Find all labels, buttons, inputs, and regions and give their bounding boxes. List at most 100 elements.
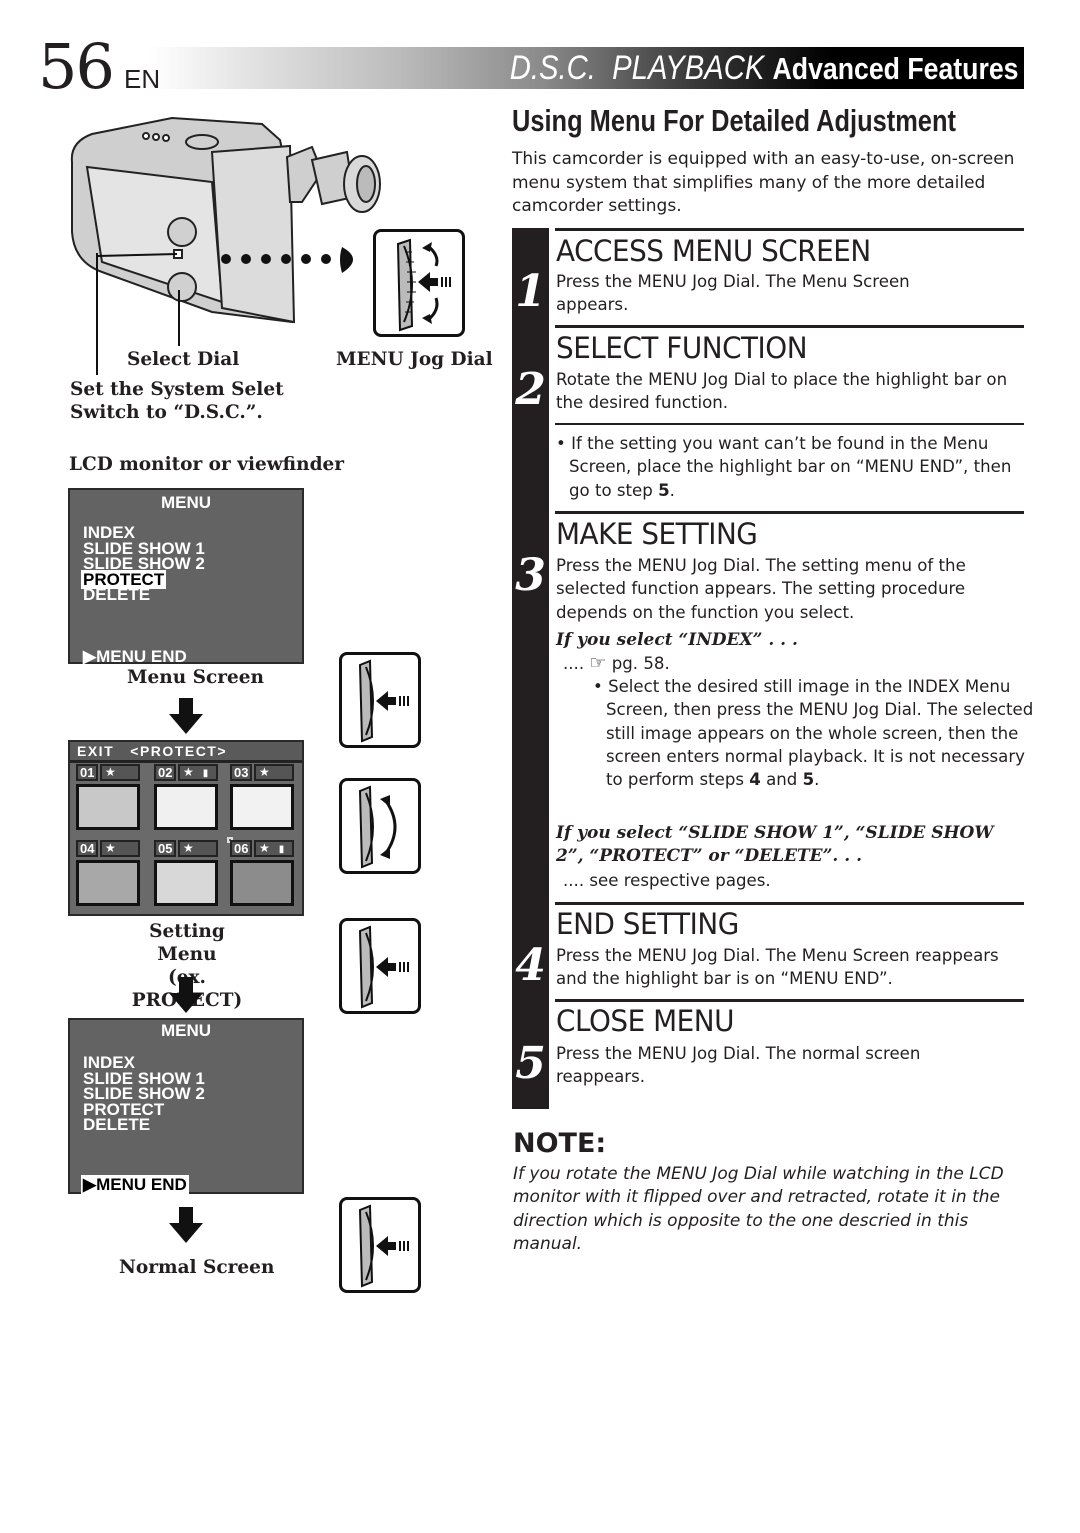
lock-icon: ▮ [278, 844, 285, 855]
chapter-title-dsc: D.S.C. [509, 49, 596, 87]
system-select-line1: Set the System Selet [70, 379, 284, 400]
step-2-number: 2 [515, 364, 546, 415]
step-4-text: Press the MENU Jog Dial. The Menu Screen… [556, 946, 999, 989]
thumbnail-number: 04 [76, 840, 99, 857]
system-select-pointer-line [96, 253, 98, 375]
index-page-ref: .... ☞ pg. 58. [563, 652, 1035, 675]
note-title: NOTE: [513, 1128, 607, 1159]
page-language: EN [124, 64, 161, 94]
down-arrow-icon [169, 1207, 203, 1243]
jog-dial-press-icon [339, 652, 421, 748]
step-5-title: CLOSE MENU [556, 1004, 735, 1038]
step-3-number: 3 [515, 550, 546, 601]
setting-menu-caption-line1: Setting Menu [149, 921, 225, 965]
menu-screen-caption: Menu Screen [127, 667, 264, 688]
intro-paragraph: This camcorder is equipped with an easy-… [512, 149, 1015, 216]
system-select-instruction: Set the System Selet Switch to “D.S.C.”. [70, 378, 284, 424]
thumbnail-status: ★ ▮ [178, 764, 218, 781]
step-2-bullet-text: If the setting you want can’t be found i… [569, 434, 1012, 500]
chapter-title-advanced: Advanced Features [772, 51, 1018, 86]
dotted-arrow-icon [221, 247, 353, 273]
setting-menu-screen: EXIT <PROTECT> 01 ★ 02 ★ ▮ 03 ★ 04 ★ 05 ★ 06 ★ ▮ [68, 740, 304, 916]
index-bullet-end: . [814, 770, 820, 790]
menu-items-list: INDEX SLIDE SHOW 1 SLIDE SHOW 2 PROTECT … [83, 1054, 205, 1132]
menu-jog-dial-press-rotate-icon [373, 229, 465, 337]
index-ref-link[interactable]: pg. 58. [612, 654, 670, 673]
other-functions-heading: If you select “SLIDE SHOW 1”, “SLIDE SHO… [556, 823, 994, 867]
jog-dial-rotate-glyph [358, 785, 397, 869]
lcd-monitor-label: LCD monitor or viewfinder [69, 454, 345, 475]
menu-items-list: INDEX SLIDE SHOW 1 SLIDE SHOW 2 PROTECT … [81, 524, 205, 603]
step-divider [555, 511, 1024, 514]
jog-dial-press-glyph [358, 1204, 409, 1288]
step-divider [555, 228, 1024, 231]
down-arrow-icon [169, 977, 203, 1013]
system-select-line2: Switch to “D.S.C.”. [70, 402, 263, 423]
setting-menu-header: EXIT <PROTECT> [70, 742, 302, 763]
menu-screen-1: MENU INDEX SLIDE SHOW 1 SLIDE SHOW 2 PRO… [68, 488, 304, 666]
step-5-text: Press the MENU Jog Dial. The normal scre… [556, 1044, 921, 1087]
camcorder-illustration [70, 116, 381, 324]
thumbnail-number: 05 [154, 840, 177, 857]
jog-dial-press-icon [339, 918, 421, 1014]
step-1-number: 1 [515, 266, 546, 317]
jog-dial-press-glyph [358, 659, 409, 743]
step-5-number: 5 [515, 1038, 546, 1089]
star-icon: ★ [259, 765, 270, 779]
menu-screen-title: MENU [160, 493, 212, 512]
menu-item-menu-end: ▶MENU END [83, 647, 187, 666]
page-number: 56 [38, 30, 115, 103]
normal-screen-caption: Normal Screen [119, 1257, 275, 1278]
step-4-number: 4 [515, 940, 546, 991]
step-2-text: Rotate the MENU Jog Dial to place the hi… [556, 370, 1008, 413]
thumbnail-number: 01 [76, 764, 99, 781]
thumbnail-image-flower [76, 784, 140, 830]
section-title: Using Menu For Detailed Adjustment [512, 103, 956, 138]
thumbnail-image-mountains [76, 860, 140, 906]
step-2-bullet: • If the setting you want can’t be found… [556, 434, 1012, 500]
step-ref-5: 5 [802, 770, 815, 790]
chapter-title: D.S.C. PLAYBACK Advanced Features [509, 49, 1018, 88]
step-2-bullet-end: . [669, 480, 675, 500]
step-4-title: END SETTING [556, 907, 739, 941]
down-arrow-icon [169, 698, 203, 734]
menu-screen-2: MENU INDEX SLIDE SHOW 1 SLIDE SHOW 2 PRO… [68, 1018, 304, 1194]
step-divider [555, 999, 1024, 1002]
thumbnail-image-sunset [230, 860, 294, 906]
star-icon: ★ [183, 765, 194, 779]
step-1-title: ACCESS MENU SCREEN [556, 234, 871, 268]
thumbnail-status: ★ [178, 840, 218, 857]
jog-dial-rotate-icon [339, 778, 421, 874]
jog-dial-press-glyph [358, 925, 409, 1009]
step-ref-4: 4 [749, 770, 761, 790]
pointing-hand-icon: ☞ [589, 652, 607, 674]
step-3-text: Press the MENU Jog Dial. The setting men… [556, 556, 966, 622]
thumbnail-image-people [154, 784, 218, 830]
step-ref-5: 5 [658, 480, 670, 500]
thumbnail-status: ★ [100, 840, 140, 857]
other-functions-ref: .... see respective pages. [563, 871, 771, 890]
star-icon: ★ [105, 765, 116, 779]
menu-screen-title: MENU [160, 1021, 212, 1040]
star-icon: ★ [259, 841, 270, 855]
menu-item-menu-end-highlighted: ▶MENU END [81, 1175, 189, 1194]
index-heading: If you select “INDEX” . . . [556, 630, 798, 650]
step-divider [555, 902, 1024, 905]
thumbnail-status: ★ [254, 764, 294, 781]
thumbnail-number: 03 [230, 764, 253, 781]
index-bullet: • Select the desired still image in the … [593, 677, 1034, 790]
index-bullet-text: Select the desired still image in the IN… [606, 677, 1034, 790]
thumbnail-number: 06 [230, 840, 253, 857]
thumbnail-image-woman-drinking [230, 784, 294, 830]
step-divider [555, 325, 1024, 328]
jog-dial-press-icon [339, 1197, 421, 1293]
select-dial-label: Select Dial [127, 349, 240, 370]
ref-dots: .... [563, 654, 585, 673]
chapter-title-playback: PLAYBACK [611, 49, 764, 87]
lock-icon: ▮ [202, 768, 209, 779]
thumbnail-image-woman-beach [154, 860, 218, 906]
step-sub-divider [555, 423, 1024, 425]
step-2-title: SELECT FUNCTION [556, 331, 808, 365]
jog-dial-rotate-press-glyph [396, 238, 451, 332]
select-dial-pointer-line [178, 290, 180, 346]
